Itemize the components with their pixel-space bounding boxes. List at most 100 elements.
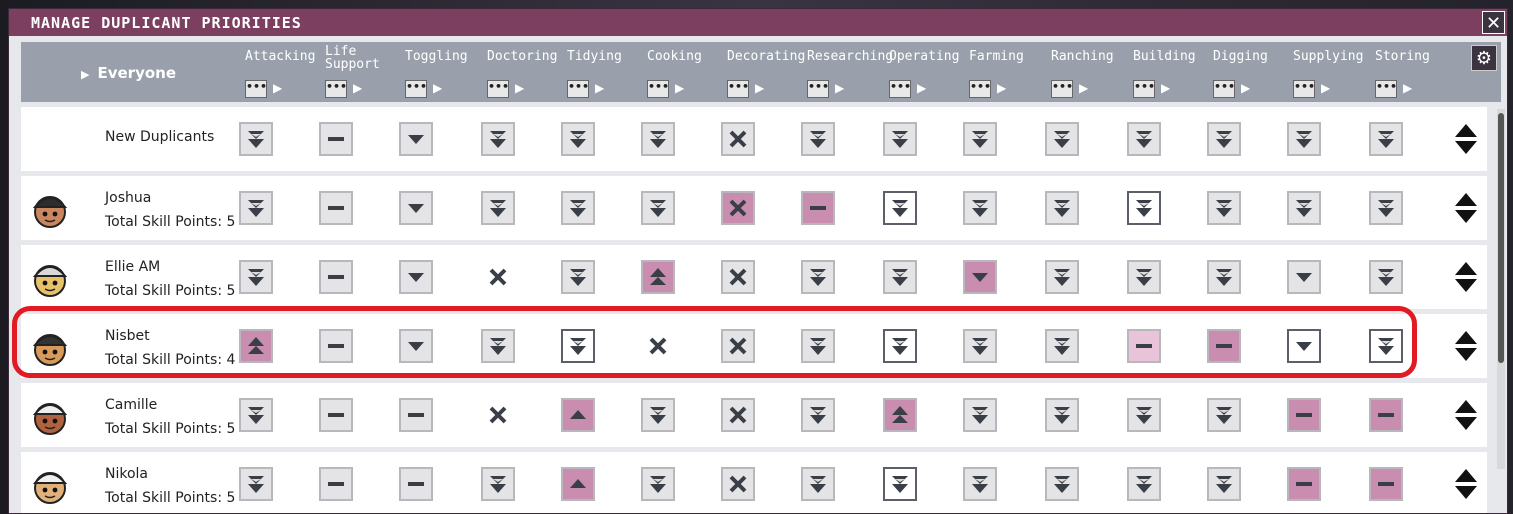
ellie-avatar[interactable]	[27, 254, 73, 300]
priority-very-low-button[interactable]	[801, 260, 835, 294]
play-icon[interactable]: ▶	[997, 81, 1006, 95]
everyone-row-label[interactable]: ▶ Everyone	[81, 64, 176, 82]
priority-standard-button[interactable]	[1127, 329, 1161, 363]
priority-very-low-button[interactable]	[1207, 122, 1241, 156]
priority-disabled-button[interactable]	[721, 260, 755, 294]
column-priority-menu-button[interactable]: •••	[727, 80, 749, 98]
priority-very-low-button[interactable]	[561, 329, 595, 363]
priority-very-low-button[interactable]	[883, 191, 917, 225]
priority-very-low-button[interactable]	[481, 329, 515, 363]
priority-very-low-button[interactable]	[1045, 398, 1079, 432]
priority-standard-button[interactable]	[1287, 467, 1321, 501]
nikola-avatar[interactable]	[27, 461, 73, 507]
column-priority-menu-button[interactable]: •••	[1051, 80, 1073, 98]
priority-standard-button[interactable]	[399, 467, 433, 501]
priority-low-button[interactable]	[399, 260, 433, 294]
priority-disabled-button[interactable]	[721, 329, 755, 363]
nisbet-avatar[interactable]	[27, 323, 73, 369]
camille-avatar[interactable]	[27, 392, 73, 438]
column-priority-menu-button[interactable]: •••	[325, 80, 347, 98]
close-button[interactable]: ✕	[1482, 11, 1505, 34]
priority-standard-button[interactable]	[1207, 329, 1241, 363]
play-icon[interactable]: ▶	[1321, 81, 1330, 95]
column-priority-menu-button[interactable]: •••	[647, 80, 669, 98]
priority-very-low-button[interactable]	[963, 122, 997, 156]
joshua-avatar[interactable]	[27, 185, 73, 231]
play-icon[interactable]: ▶	[755, 81, 764, 95]
scrollbar[interactable]	[1497, 109, 1505, 469]
play-icon[interactable]: ▶	[1079, 81, 1088, 95]
priority-standard-button[interactable]	[319, 398, 353, 432]
priority-very-low-button[interactable]	[1127, 467, 1161, 501]
priority-low-button[interactable]	[963, 260, 997, 294]
priority-very-low-button[interactable]	[1369, 191, 1403, 225]
play-icon[interactable]: ▶	[835, 81, 844, 95]
priority-very-low-button[interactable]	[561, 191, 595, 225]
play-icon[interactable]: ▶	[353, 81, 362, 95]
priority-very-low-button[interactable]	[1045, 122, 1079, 156]
play-icon[interactable]: ▶	[1161, 81, 1170, 95]
priority-very-low-button[interactable]	[1045, 329, 1079, 363]
scroll-thumb[interactable]	[1498, 113, 1504, 363]
priority-standard-button[interactable]	[319, 329, 353, 363]
priority-very-high-button[interactable]	[883, 398, 917, 432]
priority-standard-button[interactable]	[1369, 467, 1403, 501]
priority-very-low-button[interactable]	[481, 467, 515, 501]
priority-disabled-button[interactable]	[481, 398, 515, 432]
priority-high-button[interactable]	[561, 467, 595, 501]
priority-standard-button[interactable]	[319, 191, 353, 225]
priority-very-low-button[interactable]	[1045, 467, 1079, 501]
priority-standard-button[interactable]	[1369, 398, 1403, 432]
priority-very-low-button[interactable]	[239, 260, 273, 294]
priority-low-button[interactable]	[399, 122, 433, 156]
priority-very-low-button[interactable]	[963, 398, 997, 432]
reorder-updown-icon[interactable]	[1453, 191, 1479, 225]
priority-very-low-button[interactable]	[481, 191, 515, 225]
priority-disabled-button[interactable]	[721, 398, 755, 432]
priority-low-button[interactable]	[399, 329, 433, 363]
priority-very-low-button[interactable]	[1127, 260, 1161, 294]
column-priority-menu-button[interactable]: •••	[1213, 80, 1235, 98]
column-priority-menu-button[interactable]: •••	[1375, 80, 1397, 98]
gear-icon[interactable]: ⚙	[1471, 45, 1497, 71]
column-priority-menu-button[interactable]: •••	[567, 80, 589, 98]
column-priority-menu-button[interactable]: •••	[969, 80, 991, 98]
play-icon[interactable]: ▶	[1241, 81, 1250, 95]
priority-very-low-button[interactable]	[239, 467, 273, 501]
priority-low-button[interactable]	[1287, 329, 1321, 363]
column-priority-menu-button[interactable]: •••	[807, 80, 829, 98]
play-icon[interactable]: ▶	[433, 81, 442, 95]
play-icon[interactable]: ▶	[1403, 81, 1412, 95]
priority-very-low-button[interactable]	[963, 191, 997, 225]
column-priority-menu-button[interactable]: •••	[1293, 80, 1315, 98]
reorder-updown-icon[interactable]	[1453, 467, 1479, 501]
priority-standard-button[interactable]	[319, 122, 353, 156]
priority-standard-button[interactable]	[801, 191, 835, 225]
priority-very-low-button[interactable]	[561, 260, 595, 294]
priority-standard-button[interactable]	[1287, 398, 1321, 432]
priority-very-low-button[interactable]	[883, 122, 917, 156]
priority-standard-button[interactable]	[319, 260, 353, 294]
play-icon[interactable]: ▶	[595, 81, 604, 95]
play-icon[interactable]: ▶	[273, 81, 282, 95]
play-icon[interactable]: ▶	[515, 81, 524, 95]
priority-very-low-button[interactable]	[801, 122, 835, 156]
priority-very-low-button[interactable]	[1207, 398, 1241, 432]
priority-very-low-button[interactable]	[1127, 398, 1161, 432]
priority-disabled-button[interactable]	[721, 191, 755, 225]
priority-very-low-button[interactable]	[481, 122, 515, 156]
priority-very-low-button[interactable]	[1369, 329, 1403, 363]
priority-very-low-button[interactable]	[1045, 191, 1079, 225]
priority-very-low-button[interactable]	[883, 260, 917, 294]
priority-very-low-button[interactable]	[1045, 260, 1079, 294]
priority-very-low-button[interactable]	[801, 329, 835, 363]
priority-low-button[interactable]	[399, 191, 433, 225]
priority-very-high-button[interactable]	[239, 329, 273, 363]
column-priority-menu-button[interactable]: •••	[405, 80, 427, 98]
priority-very-low-button[interactable]	[641, 191, 675, 225]
priority-very-low-button[interactable]	[1207, 260, 1241, 294]
priority-very-low-button[interactable]	[561, 122, 595, 156]
priority-very-low-button[interactable]	[1127, 122, 1161, 156]
priority-standard-button[interactable]	[319, 467, 353, 501]
priority-very-low-button[interactable]	[963, 329, 997, 363]
